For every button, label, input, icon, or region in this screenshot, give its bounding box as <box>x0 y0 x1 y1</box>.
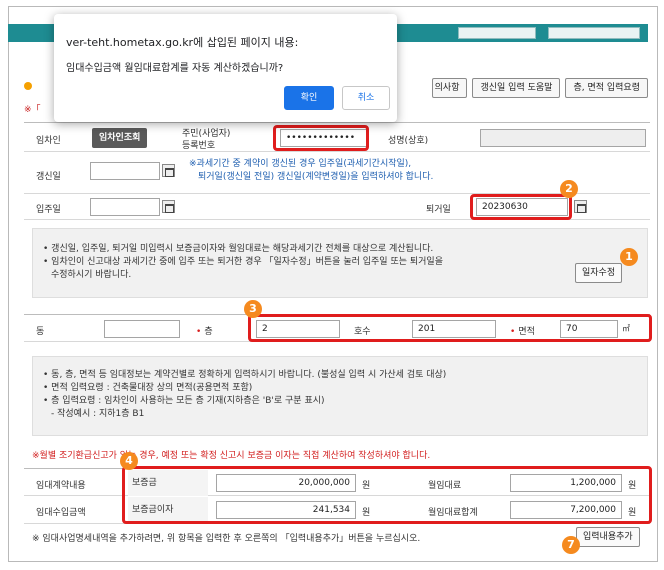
info-line: • 임차인이 신고대상 과세기간 중에 입주 또는 퇴거한 경우 「일자수정」버… <box>43 257 443 267</box>
date-fix-button[interactable]: 일자수정 <box>575 263 623 283</box>
unit-info-text: • 동, 층, 면적 등 임대정보는 계약건별로 정확하게 입력하시기 바랍니다… <box>43 369 446 421</box>
tenant-lookup-button[interactable]: 임차인조회 <box>92 128 148 148</box>
header-slot <box>548 27 640 39</box>
renew-label: 갱신일 <box>36 172 61 182</box>
calendar-icon[interactable] <box>162 164 175 177</box>
name-label: 성명(상호) <box>388 136 429 146</box>
header-slot <box>458 27 536 39</box>
dialog-message: 임대수입금액 월임대료합계를 자동 계산하겠습니까? <box>66 63 284 74</box>
renew-note: ※과세기간 중 계약이 갱신된 경우 입주일(과세기간시작일), <box>189 159 412 169</box>
date-info-box: • 갱신일, 입주일, 퇴거일 미입력시 보증금이자와 월임대료는 해당과세기간… <box>32 228 648 298</box>
ok-button[interactable]: 확인 <box>284 86 334 110</box>
calendar-icon[interactable] <box>574 200 587 213</box>
movein-date-input[interactable] <box>90 198 160 216</box>
help-toolbar: 의사항 갱신일 입력 도움말 층, 면적 입력요령 <box>431 78 648 98</box>
movein-label: 입주일 <box>36 205 61 215</box>
info-line: • 갱신일, 입주일, 퇴거일 미입력시 보증금이자와 월임대료는 해당과세기간… <box>43 244 434 254</box>
renew-help-button[interactable]: 갱신일 입력 도움말 <box>472 78 561 98</box>
info-line: • 동, 층, 면적 등 임대정보는 계약건별로 정확하게 입력하시기 바랍니다… <box>43 370 447 380</box>
income-label: 임대수입금액 <box>36 508 86 518</box>
info-line: - 작성예시 : 지하1층 B1 <box>51 409 145 419</box>
add-entry-button[interactable]: 입력내용추가 <box>576 527 640 547</box>
info-line: • 층 입력요령 : 임차인이 사용하는 모든 층 기재(지하층은 'B'로 구… <box>43 396 325 406</box>
highlight-id <box>273 125 369 151</box>
highlight-unit <box>248 314 652 342</box>
add-footnote: ※ 임대사업명세내역을 추가하려면, 위 항목을 입력한 후 오른쪽의 「입력내… <box>32 534 421 544</box>
dong-label: 동 <box>36 327 45 337</box>
renew-note: 퇴거일(갱신일 전일) 갱신일(계약변경일)을 입력하셔야 합니다. <box>198 172 434 182</box>
info-line: 수정하시기 바랍니다. <box>51 270 132 280</box>
highlight-moveout <box>470 194 572 220</box>
highlight-amounts <box>122 466 652 524</box>
cancel-button[interactable]: 취소 <box>342 86 390 110</box>
callout-badge-2: 2 <box>560 180 578 198</box>
name-input[interactable] <box>480 129 646 147</box>
dong-input[interactable] <box>104 320 180 338</box>
dialog-title: ver-teht.hometax.go.kr에 삽입된 페이지 내용: <box>66 36 299 49</box>
caution-button[interactable]: 의사항 <box>431 78 468 98</box>
callout-badge-7: 7 <box>562 536 580 554</box>
renew-date-input[interactable] <box>90 162 160 180</box>
callout-badge-3: 3 <box>244 300 262 318</box>
confirm-dialog: ver-teht.hometax.go.kr에 삽입된 페이지 내용: 임대수입… <box>54 14 397 122</box>
callout-badge-1: 1 <box>620 248 638 266</box>
info-line: • 면적 입력요령 : 건축물대장 상의 면적(공용면적 포함) <box>43 383 253 393</box>
floor-label: • 층 <box>196 327 213 337</box>
note-partial: ※「 <box>24 105 41 115</box>
date-info-text: • 갱신일, 입주일, 퇴거일 미입력시 보증금이자와 월임대료는 해당과세기간… <box>43 243 443 282</box>
refund-warning: ※월별 조기환급신고가 있는 경우, 예정 또는 확정 신고시 보증금 이자는 … <box>32 451 431 461</box>
unit-info-box: • 동, 층, 면적 등 임대정보는 계약건별로 정확하게 입력하시기 바랍니다… <box>32 356 648 436</box>
floor-area-help-button[interactable]: 층, 면적 입력요령 <box>565 78 648 98</box>
renewal-row: 갱신일 ※과세기간 중 계약이 갱신된 경우 입주일(과세기간시작일), 퇴거일… <box>24 152 650 194</box>
tenant-label: 임차인 <box>36 136 61 146</box>
contract-label: 임대계약내용 <box>36 481 86 491</box>
moveout-label: 퇴거일 <box>426 205 451 215</box>
id-label: 등록번호 <box>182 141 216 151</box>
calendar-icon[interactable] <box>162 200 175 213</box>
callout-badge-4: 4 <box>120 452 138 470</box>
section-bullet-icon <box>24 82 32 90</box>
